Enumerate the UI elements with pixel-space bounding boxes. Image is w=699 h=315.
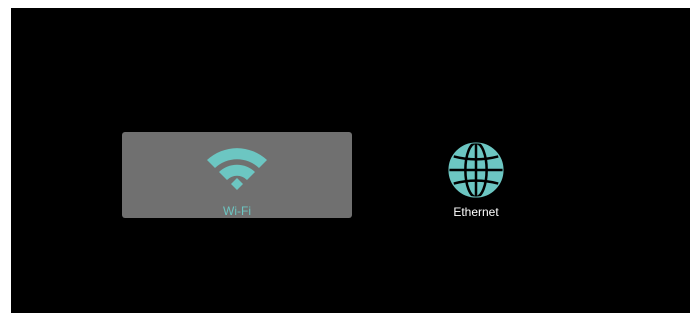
ethernet-label: Ethernet bbox=[453, 205, 499, 219]
top-strip bbox=[0, 0, 699, 8]
wifi-label: Wi-Fi bbox=[223, 204, 251, 218]
globe-icon bbox=[448, 141, 504, 199]
wifi-option[interactable]: Wi-Fi bbox=[122, 132, 352, 218]
cropped-header-text bbox=[60, 0, 64, 7]
ethernet-option[interactable]: Ethernet bbox=[391, 132, 561, 219]
wifi-icon bbox=[207, 148, 267, 190]
network-selection-screen: Wi-Fi Ethernet bbox=[11, 8, 690, 313]
